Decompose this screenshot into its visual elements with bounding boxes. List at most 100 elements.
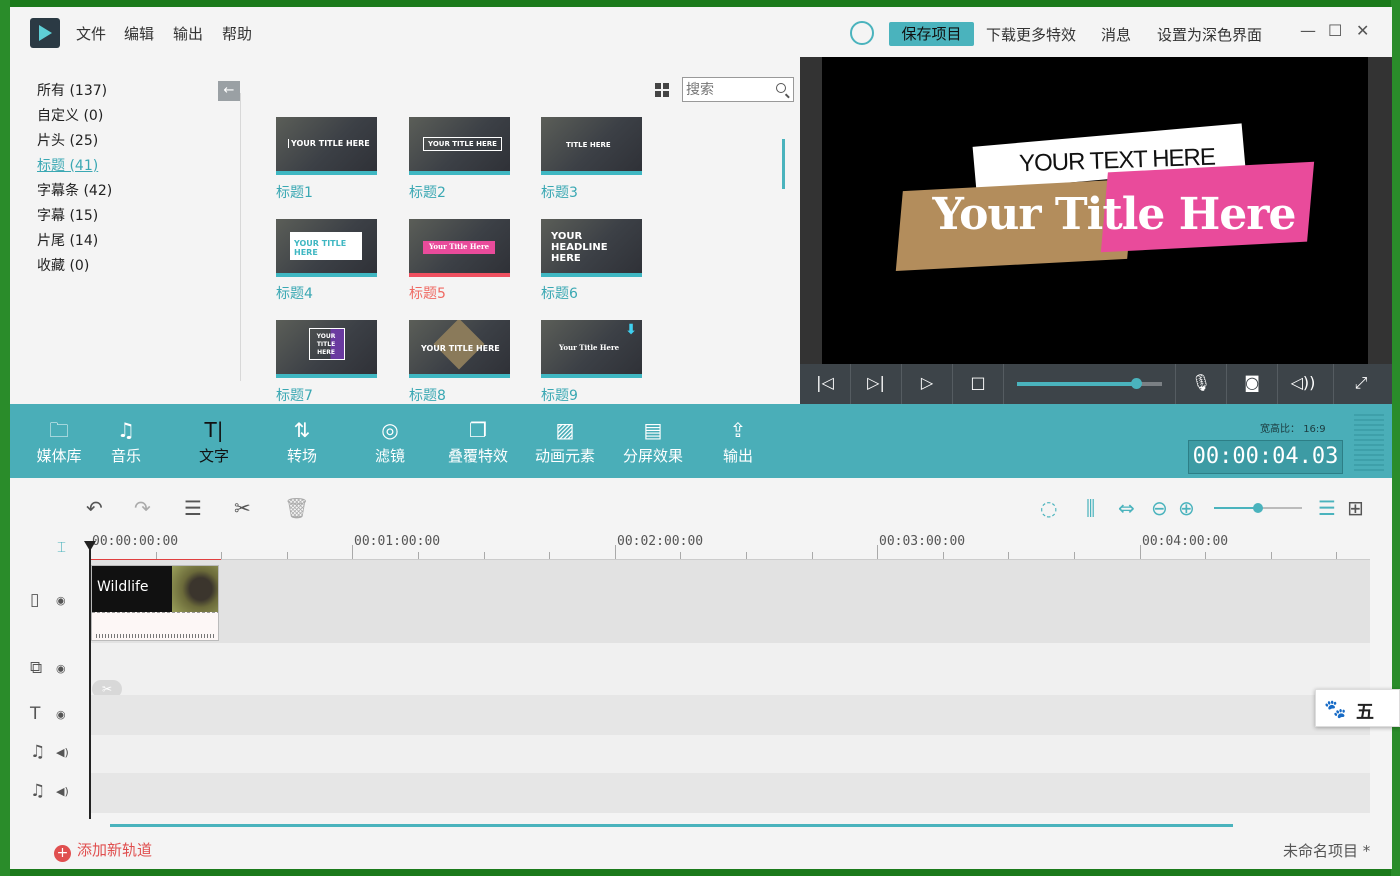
list-view-icon[interactable]: ☰: [1318, 496, 1336, 520]
thumbnail-label-7[interactable]: 标题7: [276, 385, 313, 405]
grid-layout-icon[interactable]: ⊞: [1347, 496, 1364, 520]
menu-file[interactable]: 文件: [76, 23, 106, 44]
download-effects-link[interactable]: 下载更多特效: [986, 24, 1076, 45]
adjust-icon[interactable]: ☰: [184, 496, 202, 520]
volume-icon[interactable]: ◁)): [1278, 373, 1328, 392]
title-thumbnail-1[interactable]: YOUR TITLE HERE: [276, 117, 377, 175]
title-thumbnail-6[interactable]: YOUR HEADLINE HERE: [541, 219, 642, 277]
thumbnail-label-8[interactable]: 标题8: [409, 385, 446, 405]
save-project-button[interactable]: 保存项目: [889, 22, 974, 46]
thumbnail-label-9[interactable]: 标题9: [541, 385, 578, 405]
category-opener[interactable]: 片头 (25): [37, 130, 98, 150]
playback-progress-bar[interactable]: [1017, 378, 1162, 389]
audio-mixer-icon[interactable]: ⫼: [1086, 496, 1095, 520]
title-thumbnail-3[interactable]: TITLE HERE: [541, 117, 642, 175]
category-subtitles[interactable]: 字幕 (15): [37, 205, 98, 225]
title-thumbnail-2[interactable]: YOUR TITLE HERE: [409, 117, 510, 175]
play-icon[interactable]: ▷: [902, 373, 952, 392]
render-preview-icon[interactable]: ◌: [1040, 496, 1057, 520]
fullscreen-icon[interactable]: ⤢: [1336, 373, 1386, 393]
thumbnail-label-5[interactable]: 标题5: [409, 283, 446, 303]
eye-icon[interactable]: ◉: [56, 594, 66, 607]
elements-icon: ▨: [555, 418, 575, 442]
menu-edit[interactable]: 编辑: [124, 23, 154, 44]
microphone-icon[interactable]: 🎙: [1176, 373, 1226, 392]
stop-icon[interactable]: □: [953, 373, 1003, 392]
tool-export[interactable]: ⇪ 输出: [718, 404, 758, 478]
tool-music[interactable]: ♫ 音乐: [106, 404, 146, 478]
delete-icon[interactable]: 🗑: [284, 496, 309, 520]
category-favorites[interactable]: 收藏 (0): [37, 255, 89, 275]
library-scrollbar[interactable]: [782, 139, 785, 189]
thumbnail-label-2[interactable]: 标题2: [409, 182, 446, 202]
cut-icon[interactable]: ✂: [234, 496, 251, 520]
timeline-toolbar: ↶ ↷ ☰ ✂ 🗑 ◌ ⫼ ⇔ ⊖ ⊕ ☰ ⊞: [10, 478, 1392, 534]
track-body[interactable]: [91, 560, 1370, 643]
clip-image: [172, 566, 218, 612]
menu-help[interactable]: 帮助: [222, 23, 252, 44]
ime-toolbar[interactable]: 🐾 五: [1315, 689, 1400, 727]
category-all[interactable]: 所有 (137): [37, 80, 107, 100]
category-lower-thirds[interactable]: 字幕条 (42): [37, 180, 112, 200]
category-end-credits[interactable]: 片尾 (14): [37, 230, 98, 250]
speaker-icon[interactable]: ◀): [56, 785, 69, 798]
redo-icon[interactable]: ↷: [134, 496, 151, 520]
tool-filters[interactable]: ◎ 滤镜: [370, 404, 410, 478]
thumbnail-label-3[interactable]: 标题3: [541, 182, 578, 202]
thumbnail-label-6[interactable]: 标题6: [541, 283, 578, 303]
fit-timeline-icon[interactable]: ⇔: [1118, 496, 1135, 520]
download-arrow-icon[interactable]: ⬇: [625, 322, 637, 338]
title-thumbnail-8[interactable]: YOUR TITLE HERE: [409, 320, 510, 378]
zoom-out-icon[interactable]: ⊖: [1151, 496, 1168, 520]
zoom-in-icon[interactable]: ⊕: [1178, 496, 1195, 520]
search-input[interactable]: [686, 79, 770, 100]
timeline-ruler[interactable]: 00:00:00:00 00:01:00:00 00:02:00:00 00:0…: [90, 532, 1370, 560]
tool-text[interactable]: T| 文字: [194, 404, 234, 478]
progress-knob[interactable]: [1130, 378, 1142, 389]
search-icon[interactable]: [776, 83, 786, 93]
tool-elements[interactable]: ▨ 动画元素: [533, 404, 597, 478]
track-body[interactable]: [91, 735, 1370, 773]
timeline-scrollbar[interactable]: [110, 824, 1233, 827]
eye-icon[interactable]: ◉: [56, 708, 66, 721]
title-thumbnail-5[interactable]: Your Title Here: [409, 219, 510, 277]
track-body[interactable]: [91, 643, 1370, 695]
thumbnail-label-1[interactable]: 标题1: [276, 182, 313, 202]
track-body[interactable]: [91, 773, 1370, 813]
aspect-ratio-label[interactable]: 宽高比： 16:9: [1260, 420, 1326, 435]
close-button[interactable]: ✕: [1356, 21, 1369, 40]
dark-mode-link[interactable]: 设置为深色界面: [1157, 24, 1262, 45]
menu-export[interactable]: 输出: [173, 23, 203, 44]
tool-transitions[interactable]: ⇅ 转场: [282, 404, 322, 478]
messages-link[interactable]: 消息: [1101, 24, 1131, 45]
tool-overlays[interactable]: ❐ 叠覆特效: [446, 404, 510, 478]
add-track-button[interactable]: + 添加新轨道: [54, 839, 152, 862]
maximize-button[interactable]: ☐: [1328, 21, 1342, 40]
title-thumbnail-9[interactable]: Your Title Here ⬇: [541, 320, 642, 378]
video-clip[interactable]: Wildlife: [91, 565, 219, 641]
undo-icon[interactable]: ↶: [86, 496, 103, 520]
tool-split-screen[interactable]: ▤ 分屏效果: [621, 404, 685, 478]
skip-forward-icon[interactable]: ▷|: [851, 373, 901, 392]
zoom-slider-knob[interactable]: [1253, 503, 1263, 513]
user-account-icon[interactable]: [850, 21, 874, 45]
playhead[interactable]: [89, 543, 91, 819]
zoom-slider[interactable]: [1214, 503, 1302, 513]
tool-media-library[interactable]: 🗀 媒体库: [32, 404, 86, 478]
grid-view-icon[interactable]: [655, 83, 669, 97]
skip-back-icon[interactable]: |◁: [800, 373, 850, 392]
title-thumbnail-7[interactable]: YOUR TITLE HERE: [276, 320, 377, 378]
speaker-icon[interactable]: ◀): [56, 746, 69, 759]
snapshot-camera-icon[interactable]: ◙: [1227, 373, 1277, 392]
minimize-button[interactable]: —: [1300, 21, 1316, 40]
ruler-label: 00:01:00:00: [354, 534, 441, 549]
title-thumbnail-4[interactable]: YOUR TITLE HERE: [276, 219, 377, 277]
category-custom[interactable]: 自定义 (0): [37, 105, 103, 125]
track-body[interactable]: [91, 695, 1370, 735]
category-titles[interactable]: 标题 (41): [37, 155, 98, 175]
eye-icon[interactable]: ◉: [56, 662, 66, 675]
thumbnail-label-4[interactable]: 标题4: [276, 283, 313, 303]
music-icon: ♫: [117, 418, 135, 442]
collapse-sidebar-button[interactable]: ←: [218, 81, 240, 101]
snap-icon[interactable]: ⌶: [57, 538, 66, 556]
